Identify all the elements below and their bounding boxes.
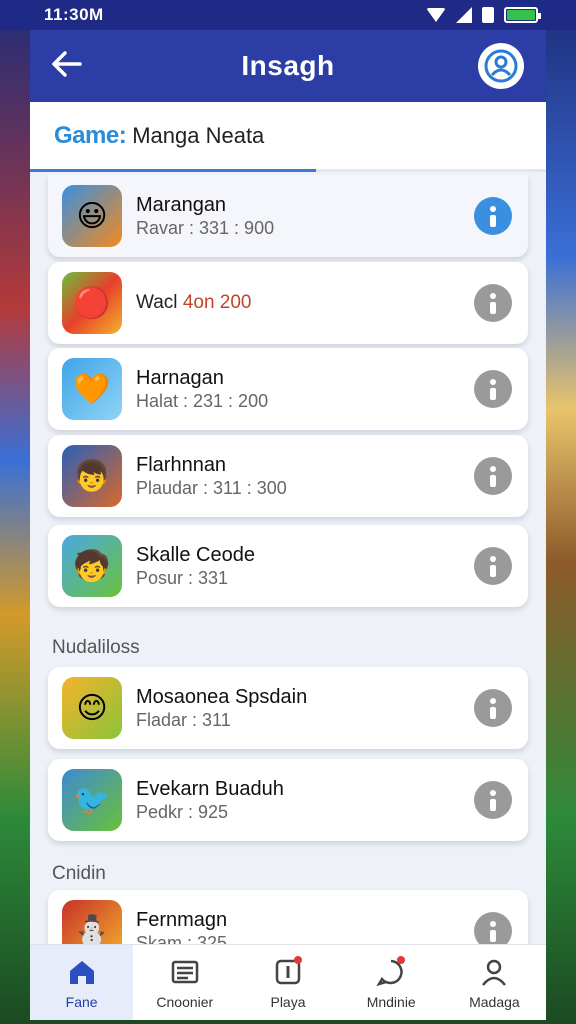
status-time: 11:30M <box>44 5 104 24</box>
info-button[interactable] <box>474 547 512 585</box>
section-label: Cnidin <box>52 863 106 884</box>
bottom-nav: Fane Cnoonier Playa Mndinie Madaga <box>30 944 546 1020</box>
smiling-character-icon: 😃 <box>62 185 122 247</box>
nav-label: Playa <box>270 993 306 1010</box>
person-icon <box>484 49 518 83</box>
nav-item-chat[interactable]: Mndinie <box>340 945 443 1020</box>
item-subtitle: Posur : 331 <box>136 568 229 588</box>
kid-character-icon: 🧒 <box>62 535 122 597</box>
list-item[interactable]: 🧒 Skalle Ceode Posur : 331 <box>48 525 528 607</box>
status-bar: 11:30M <box>0 0 576 30</box>
item-title: Marangan <box>136 194 227 216</box>
info-button[interactable] <box>474 781 512 819</box>
info-button[interactable] <box>474 370 512 408</box>
profile-button[interactable] <box>478 43 524 89</box>
game-list: 😃 Marangan Ravar : 331 : 900 🔴 Wacl 4on … <box>30 175 546 944</box>
nav-item-list[interactable]: Cnoonier <box>133 945 236 1020</box>
sim-icon <box>482 7 494 23</box>
signal-icon <box>456 7 472 23</box>
boy-character-icon: 👦 <box>62 445 122 507</box>
nav-item-home[interactable]: Fane <box>30 945 134 1020</box>
item-title-accent: 4on 200 <box>182 292 252 313</box>
search-bar[interactable]: Game: Manga Neata <box>30 102 546 172</box>
item-subtitle: Halat : 231 : 200 <box>136 391 269 411</box>
home-icon <box>66 956 98 988</box>
item-subtitle: Pedkr : 925 <box>136 802 229 822</box>
search-text: Manga Neata <box>132 122 265 148</box>
nav-label: Fane <box>65 993 98 1010</box>
app-header: Insagh <box>30 30 546 102</box>
orange-heart-character-icon: 🧡 <box>62 358 122 420</box>
info-button[interactable] <box>474 457 512 495</box>
info-button[interactable] <box>474 912 512 944</box>
info-button[interactable] <box>474 284 512 322</box>
item-title: Flarhnnan <box>136 454 227 476</box>
page-title: Insagh <box>241 50 335 81</box>
section-label: Nudaliloss <box>52 637 140 658</box>
item-title: Fernmagn <box>136 909 228 931</box>
nav-label: Mndinie <box>366 993 416 1010</box>
list-item[interactable]: 🧡 Harnagan Halat : 231 : 200 <box>48 348 528 430</box>
nav-label: Cnoonier <box>156 993 214 1010</box>
list-item[interactable]: 😃 Marangan Ravar : 331 : 900 <box>48 175 528 257</box>
red-ball-character-icon: 🔴 <box>62 272 122 334</box>
red-bird-character-icon: 🐦 <box>62 769 122 831</box>
nav-item-play[interactable]: Playa <box>236 945 339 1020</box>
notice-icon <box>272 955 304 988</box>
chat-icon <box>375 955 407 988</box>
item-subtitle: Ravar : 331 : 900 <box>136 218 275 238</box>
white-character-icon: ⛄ <box>62 900 122 944</box>
list-icon <box>169 956 201 988</box>
search-logo: Game: <box>54 121 127 149</box>
item-title: Harnagan <box>136 367 224 389</box>
item-subtitle: Skam : 325 <box>136 933 228 944</box>
battery-icon <box>504 7 541 23</box>
status-icons <box>426 7 541 23</box>
item-subtitle: Plaudar : 311 : 300 <box>136 478 287 498</box>
list-item[interactable]: 👦 Flarhnnan Plaudar : 311 : 300 <box>48 435 528 517</box>
list-item[interactable]: 😊 Mosaonea Spsdain Fladar : 311 <box>48 667 528 749</box>
background-left-scenery <box>0 0 30 1024</box>
arrow-left-icon <box>52 51 82 77</box>
notification-badge <box>397 955 406 964</box>
item-title: Evekarn Buaduh <box>136 778 284 800</box>
list-item[interactable]: 🔴 Wacl 4on 200 <box>48 262 528 344</box>
nav-item-profile[interactable]: Madaga <box>443 945 546 1020</box>
nav-label: Madaga <box>469 993 520 1010</box>
list-item[interactable]: ⛄ Fernmagn Skam : 325 <box>48 890 528 944</box>
info-button[interactable] <box>474 689 512 727</box>
yellow-blob-character-icon: 😊 <box>62 677 122 739</box>
list-item[interactable]: 🐦 Evekarn Buaduh Pedkr : 925 <box>48 759 528 841</box>
item-subtitle: Fladar : 311 <box>136 710 231 730</box>
wifi-icon <box>426 8 446 22</box>
item-title: Skalle Ceode <box>136 544 255 566</box>
background-right-scenery <box>546 0 576 1024</box>
item-title: Mosaonea Spsdain <box>136 686 308 708</box>
item-title: Wacl 4on 200 <box>136 292 474 314</box>
person-icon <box>478 956 510 988</box>
info-button[interactable] <box>474 197 512 235</box>
item-title-main: Wacl <box>136 292 178 313</box>
notification-badge <box>294 955 302 964</box>
back-button[interactable] <box>52 49 92 83</box>
app-panel: Insagh Game: Manga Neata 😃 Marangan Rava… <box>30 30 546 1020</box>
